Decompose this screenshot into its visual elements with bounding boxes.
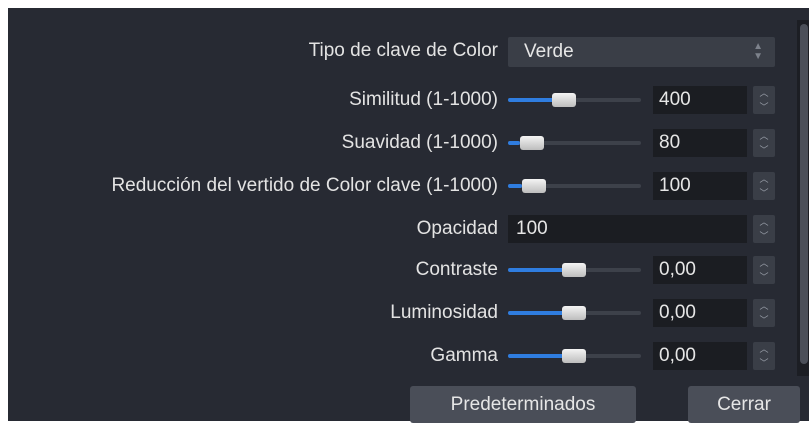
vertical-scrollbar[interactable] bbox=[797, 20, 809, 376]
brightness-input[interactable]: 0,00 bbox=[653, 299, 747, 327]
brightness-label: Luminosidad bbox=[390, 302, 498, 323]
contrast-input[interactable]: 0,00 bbox=[653, 256, 747, 284]
updown-arrows-icon: ▲ ▼ bbox=[753, 41, 763, 62]
defaults-button[interactable]: Predeterminados bbox=[410, 386, 636, 423]
spill-reduction-input[interactable]: 100 bbox=[653, 172, 747, 200]
row-opacity: Opacidad 100 ︿ ﹀ bbox=[8, 214, 788, 244]
row-smoothness: Suavidad (1-1000) 80 ︿ ﹀ bbox=[8, 128, 788, 158]
spill-reduction-label: Reducción del vertido de Color clave (1-… bbox=[111, 175, 498, 196]
gamma-input[interactable]: 0,00 bbox=[653, 342, 747, 370]
close-button[interactable]: Cerrar bbox=[688, 386, 800, 423]
chevron-down-icon[interactable]: ﹀ bbox=[753, 229, 775, 243]
slider-handle[interactable] bbox=[562, 263, 586, 277]
chevron-up-icon[interactable]: ︿ bbox=[753, 299, 775, 313]
row-similarity: Similitud (1-1000) 400 ︿ ﹀ bbox=[8, 85, 788, 115]
similarity-input[interactable]: 400 bbox=[653, 86, 747, 114]
spill-reduction-slider[interactable] bbox=[508, 179, 641, 193]
row-key-type: Tipo de clave de Color Verde ▲ ▼ bbox=[8, 36, 788, 67]
slider-handle[interactable] bbox=[522, 179, 546, 193]
smoothness-input[interactable]: 80 bbox=[653, 129, 747, 157]
gamma-spinner[interactable]: ︿ ﹀ bbox=[753, 342, 775, 370]
similarity-spinner[interactable]: ︿ ﹀ bbox=[753, 86, 775, 114]
chevron-up-icon[interactable]: ︿ bbox=[753, 342, 775, 356]
brightness-spinner[interactable]: ︿ ﹀ bbox=[753, 299, 775, 327]
contrast-spinner[interactable]: ︿ ﹀ bbox=[753, 256, 775, 284]
slider-handle[interactable] bbox=[552, 93, 576, 107]
row-brightness: Luminosidad 0,00 ︿ ﹀ bbox=[8, 298, 788, 328]
slider-handle[interactable] bbox=[520, 136, 544, 150]
row-gamma: Gamma 0,00 ︿ ﹀ bbox=[8, 341, 788, 371]
opacity-input[interactable]: 100 bbox=[508, 215, 747, 243]
chevron-down-icon[interactable]: ﹀ bbox=[753, 186, 775, 200]
scrollbar-thumb[interactable] bbox=[800, 24, 808, 364]
spill-reduction-spinner[interactable]: ︿ ﹀ bbox=[753, 172, 775, 200]
chevron-down-icon[interactable]: ﹀ bbox=[753, 143, 775, 157]
row-spill-reduction: Reducción del vertido de Color clave (1-… bbox=[8, 171, 788, 201]
slider-fill bbox=[508, 354, 564, 358]
slider-fill bbox=[508, 311, 564, 315]
filter-properties-panel: Tipo de clave de Color Verde ▲ ▼ Similitu… bbox=[8, 8, 809, 423]
opacity-spinner[interactable]: ︿ ﹀ bbox=[753, 215, 775, 243]
gamma-slider[interactable] bbox=[508, 349, 641, 363]
smoothness-slider[interactable] bbox=[508, 136, 641, 150]
slider-handle[interactable] bbox=[562, 349, 586, 363]
smoothness-label: Suavidad (1-1000) bbox=[341, 132, 498, 153]
brightness-slider[interactable] bbox=[508, 306, 641, 320]
chevron-down-icon[interactable]: ﹀ bbox=[753, 356, 775, 370]
chevron-down-icon[interactable]: ﹀ bbox=[753, 313, 775, 327]
chevron-up-icon[interactable]: ︿ bbox=[753, 215, 775, 229]
key-type-select[interactable]: Verde ▲ ▼ bbox=[508, 37, 775, 67]
similarity-slider[interactable] bbox=[508, 93, 641, 107]
chevron-down-icon[interactable]: ﹀ bbox=[753, 270, 775, 284]
slider-handle[interactable] bbox=[562, 306, 586, 320]
slider-fill bbox=[508, 184, 522, 188]
chevron-up-icon[interactable]: ︿ bbox=[753, 256, 775, 270]
chevron-down-icon[interactable]: ﹀ bbox=[753, 100, 775, 114]
chevron-up-icon[interactable]: ︿ bbox=[753, 129, 775, 143]
slider-fill bbox=[508, 268, 564, 272]
key-type-value: Verde bbox=[524, 41, 574, 62]
opacity-label: Opacidad bbox=[416, 218, 498, 239]
contrast-slider[interactable] bbox=[508, 263, 641, 277]
slider-fill bbox=[508, 141, 520, 145]
chevron-up-icon[interactable]: ︿ bbox=[753, 86, 775, 100]
contrast-label: Contraste bbox=[415, 259, 498, 280]
smoothness-spinner[interactable]: ︿ ﹀ bbox=[753, 129, 775, 157]
chevron-up-icon[interactable]: ︿ bbox=[753, 172, 775, 186]
gamma-label: Gamma bbox=[430, 345, 498, 366]
row-contrast: Contraste 0,00 ︿ ﹀ bbox=[8, 255, 788, 285]
similarity-label: Similitud (1-1000) bbox=[349, 89, 498, 110]
key-type-label: Tipo de clave de Color bbox=[308, 40, 498, 61]
